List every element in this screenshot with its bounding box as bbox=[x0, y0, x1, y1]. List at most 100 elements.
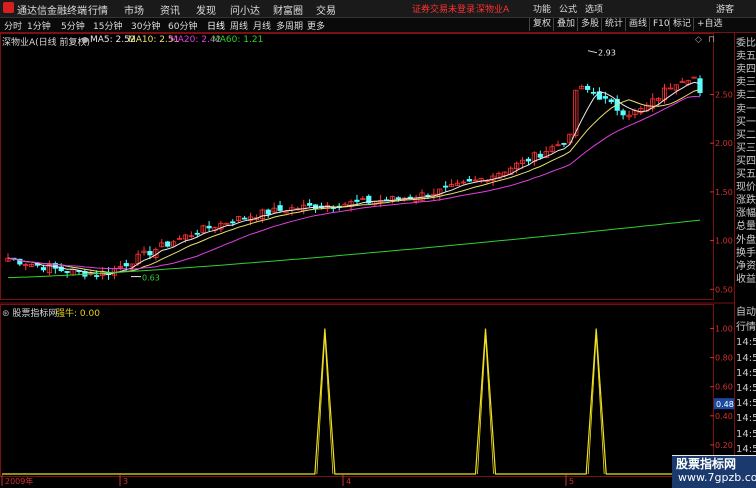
high-price-label: 2.93 bbox=[598, 49, 616, 58]
candle-body bbox=[354, 199, 360, 202]
quote-label: 卖三 bbox=[736, 77, 756, 89]
quote-label: 外盘 bbox=[736, 234, 756, 246]
y-tick-label: 2.00 bbox=[715, 139, 733, 148]
sub-y-tick-label: 0.40 bbox=[715, 412, 733, 421]
current-stock-name: 深物业A bbox=[476, 5, 510, 15]
ma5-line bbox=[7, 81, 701, 275]
tick-time-label: 行情 bbox=[736, 322, 756, 334]
candle-body bbox=[241, 217, 248, 220]
candle-body bbox=[265, 209, 271, 215]
period-timeshare[interactable]: 分时 bbox=[4, 19, 22, 32]
x-axis-label: 3 bbox=[123, 477, 128, 486]
y-tick-label: 2.50 bbox=[715, 91, 733, 100]
login-warning[interactable]: 证券交易未登录 bbox=[412, 2, 475, 15]
quote-label: 买一 bbox=[736, 116, 756, 128]
candle-body bbox=[64, 271, 70, 273]
period-30min[interactable]: 30分钟 bbox=[131, 19, 160, 32]
period-15min[interactable]: 15分钟 bbox=[93, 19, 122, 32]
candle-body bbox=[602, 96, 608, 99]
candle-body bbox=[194, 232, 200, 235]
x-axis-label: 5 bbox=[569, 477, 574, 486]
x-axis-label: 4 bbox=[346, 477, 351, 486]
quote-label: 净资 bbox=[736, 260, 756, 272]
menu-quotes[interactable]: 行情 bbox=[88, 2, 108, 17]
sub-chart-frame bbox=[0, 304, 714, 477]
ma20-line bbox=[7, 95, 701, 270]
sub-chart-title: ⊛ 股票指标网 bbox=[2, 306, 57, 319]
period-60min[interactable]: 60分钟 bbox=[168, 19, 197, 32]
candle-body bbox=[590, 91, 597, 94]
period-more[interactable]: 更多 bbox=[307, 19, 325, 32]
guest-label[interactable]: 游客 bbox=[716, 2, 734, 15]
current-value-label: 0.48 bbox=[716, 400, 734, 409]
candle-body bbox=[94, 275, 100, 277]
tick-time-label: 14:5 bbox=[736, 413, 756, 425]
toolbar-overlay-button[interactable]: 叠加 bbox=[553, 18, 578, 31]
menu-wealth[interactable]: 财富圈 bbox=[273, 2, 303, 17]
quote-label: 买四 bbox=[736, 155, 756, 167]
quote-label: 换手 bbox=[736, 247, 756, 259]
candle-body bbox=[123, 263, 129, 267]
candle-body bbox=[585, 85, 591, 90]
quote-label: 现价 bbox=[736, 182, 756, 194]
menu-wenxiaoda[interactable]: 问小达 bbox=[230, 2, 260, 17]
toolbar-draw-button[interactable]: 画线 bbox=[625, 18, 650, 31]
sub-y-tick-label: 0.80 bbox=[715, 354, 733, 363]
tick-time-label: 14:5 bbox=[736, 383, 756, 394]
quote-label: 买二 bbox=[736, 129, 756, 141]
toolbar-adjust-button[interactable]: 复权 bbox=[529, 18, 554, 31]
sub-y-tick-label: 0.60 bbox=[715, 383, 733, 392]
y-tick-label: 1.00 bbox=[715, 237, 733, 246]
chevron-up-icon[interactable]: ◇ bbox=[695, 35, 702, 45]
watermark-url: www.7gpzb.com bbox=[678, 471, 756, 484]
period-multi[interactable]: 多周期 bbox=[276, 19, 303, 32]
quote-label: 卖一 bbox=[736, 103, 756, 115]
candle-body bbox=[277, 205, 283, 211]
menu-discover[interactable]: 发现 bbox=[196, 2, 216, 17]
candle-body bbox=[466, 178, 472, 182]
main-chart-frame bbox=[0, 33, 714, 300]
toolbar-mark-button[interactable]: 标记 bbox=[669, 18, 694, 31]
menu-market[interactable]: 市场 bbox=[124, 2, 144, 17]
menu-news[interactable]: 资讯 bbox=[160, 2, 180, 17]
expand-icon[interactable]: ⊓ bbox=[708, 35, 715, 45]
tick-time-label: 自动 bbox=[736, 307, 756, 318]
title-bar bbox=[0, 0, 756, 18]
sub-chart-area: 1.00 0.80 0.60 0.40 0.20 0.48 2009年 3 4 5 bbox=[0, 304, 734, 486]
candle-body bbox=[620, 110, 626, 116]
period-daily[interactable]: 日线 bbox=[207, 19, 225, 32]
toolbar-add-watchlist-button[interactable]: +自选 bbox=[693, 18, 726, 31]
main-chart-area: 2.50 2.00 1.50 1.00 0.50 2.93 0.63 bbox=[0, 33, 734, 304]
candle-body bbox=[443, 185, 449, 188]
period-1min[interactable]: 1分钟 bbox=[27, 19, 51, 32]
indicator-value-label: 强牛: 0.00 bbox=[56, 309, 100, 319]
sub-y-tick-label: 1.00 bbox=[715, 325, 733, 334]
indicator-line bbox=[2, 328, 712, 475]
menu-formula[interactable]: 公式 bbox=[559, 2, 577, 15]
menu-options[interactable]: 选项 bbox=[585, 2, 603, 15]
candle-body bbox=[206, 225, 212, 229]
kline-chart[interactable]: 2.50 2.00 1.50 1.00 0.50 2.93 0.63 1.00 0.80 0.6… bbox=[0, 33, 734, 487]
candle-body bbox=[537, 153, 543, 158]
ma60-label: MA60: 1.21 bbox=[212, 35, 264, 45]
candle-body bbox=[165, 241, 171, 247]
candle-body bbox=[525, 158, 532, 162]
candle-body bbox=[230, 221, 236, 224]
menu-function[interactable]: 功能 bbox=[533, 2, 551, 15]
indicator-settings-icon[interactable] bbox=[82, 37, 88, 43]
y-tick-label: 1.50 bbox=[715, 188, 733, 197]
candle-body bbox=[40, 267, 47, 271]
quote-label: 涨幅 bbox=[736, 208, 756, 220]
app-title: 通达信金融终端 bbox=[17, 6, 87, 17]
quote-label: 卖四 bbox=[736, 64, 756, 76]
sub-chart-settings-icon[interactable]: ⊛ bbox=[2, 309, 12, 319]
toolbar-multistock-button[interactable]: 多股 bbox=[577, 18, 602, 31]
period-5min[interactable]: 5分钟 bbox=[61, 19, 85, 32]
period-weekly[interactable]: 周线 bbox=[230, 19, 248, 32]
toolbar-stats-button[interactable]: 统计 bbox=[601, 18, 626, 31]
menu-trade[interactable]: 交易 bbox=[316, 2, 336, 17]
period-monthly[interactable]: 月线 bbox=[253, 19, 271, 32]
quote-label: 总量 bbox=[736, 221, 756, 233]
tick-time-label: 14:5 bbox=[736, 352, 756, 364]
high-pointer bbox=[587, 50, 598, 54]
